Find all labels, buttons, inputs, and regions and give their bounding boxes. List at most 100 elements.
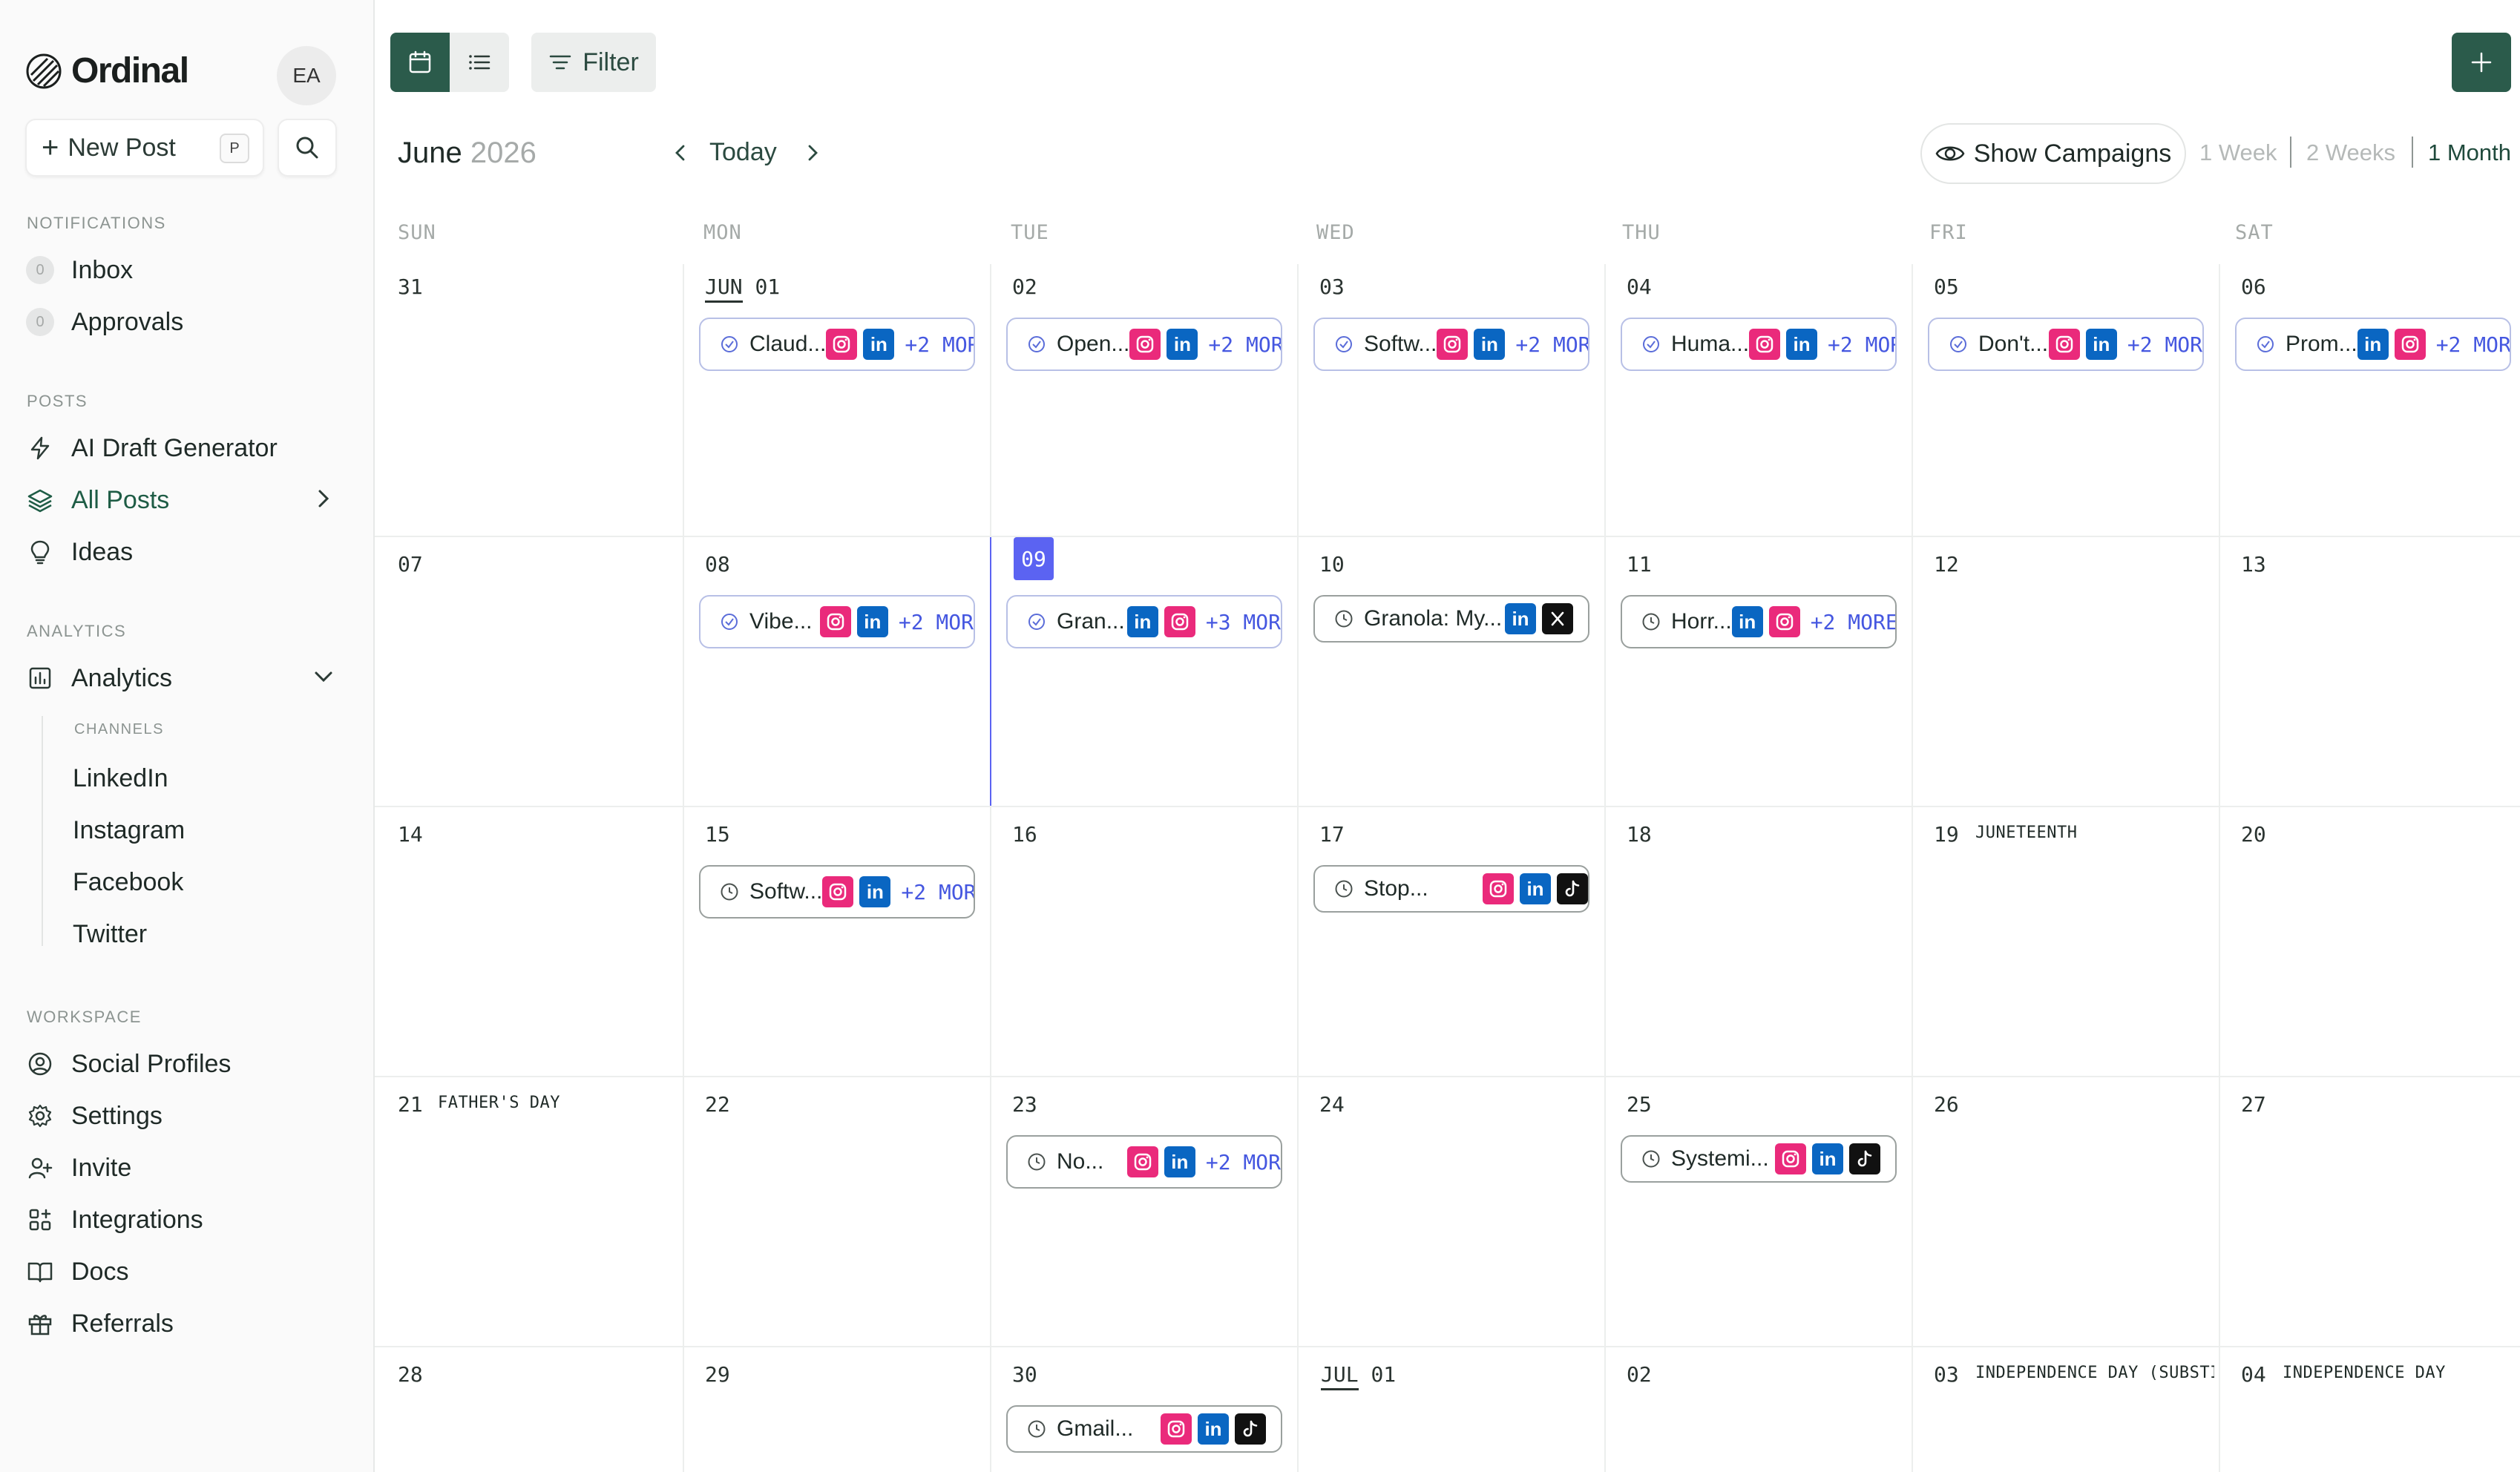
- sidebar-item-label: All Posts: [71, 485, 170, 514]
- grid-line: [375, 806, 2520, 807]
- weekday-header: SAT: [2235, 221, 2274, 244]
- post-card[interactable]: Gran... in +3 MOR: [1006, 595, 1282, 648]
- day-number[interactable]: 06: [2241, 275, 2266, 299]
- sidebar-item-referrals[interactable]: Referrals: [25, 1301, 344, 1346]
- day-number[interactable]: 31: [398, 275, 423, 299]
- day-number[interactable]: 23: [1012, 1092, 1037, 1117]
- user-avatar[interactable]: EA: [277, 46, 336, 105]
- post-card[interactable]: Stop... in: [1313, 865, 1589, 913]
- sidebar-item-invite[interactable]: Invite: [25, 1146, 344, 1190]
- day-number[interactable]: 28: [398, 1362, 423, 1387]
- day-number[interactable]: 16: [1012, 822, 1037, 847]
- channel-linkedin[interactable]: LinkedIn: [73, 764, 168, 793]
- day-number[interactable]: 15: [705, 822, 730, 847]
- weekday-header: FRI: [1929, 221, 1968, 244]
- day-number[interactable]: 25: [1627, 1092, 1652, 1117]
- day-number[interactable]: 20: [2241, 822, 2266, 847]
- day-number[interactable]: JUL 01: [1321, 1362, 1396, 1390]
- new-post-button[interactable]: + New Post P: [25, 119, 264, 177]
- post-card[interactable]: Huma... in +2 MOR: [1621, 318, 1897, 371]
- post-card[interactable]: Softw... in +2 MOR: [699, 865, 975, 919]
- today-button[interactable]: Today: [709, 138, 777, 167]
- filter-button[interactable]: Filter: [531, 33, 656, 92]
- sidebar-item-ideas[interactable]: Ideas: [25, 530, 344, 574]
- channels-tree-line: [42, 716, 43, 946]
- day-number[interactable]: 03: [1319, 275, 1345, 299]
- channel-twitter[interactable]: Twitter: [73, 920, 147, 949]
- day-number[interactable]: 02: [1012, 275, 1037, 299]
- day-number[interactable]: 13: [2241, 552, 2266, 576]
- linkedin-icon: in: [1731, 606, 1763, 637]
- day-number[interactable]: 10: [1319, 552, 1345, 576]
- day-number[interactable]: 29: [705, 1362, 730, 1387]
- today-date-badge[interactable]: 09: [1014, 537, 1054, 580]
- list-view-button[interactable]: [450, 33, 509, 92]
- day-number[interactable]: 07: [398, 552, 423, 576]
- day-number[interactable]: 19: [1934, 822, 1959, 847]
- post-card[interactable]: Gmail... in: [1006, 1405, 1282, 1453]
- day-number[interactable]: 14: [398, 822, 423, 847]
- day-number[interactable]: 22: [705, 1092, 730, 1117]
- post-card[interactable]: Prom... in +2 MOR: [2235, 318, 2511, 371]
- day-number[interactable]: 04: [1627, 275, 1652, 299]
- day-number[interactable]: JUN 01: [705, 275, 780, 303]
- post-card[interactable]: Don't... in +2 MOR: [1928, 318, 2204, 371]
- sidebar-item-social-profiles[interactable]: Social Profiles: [25, 1042, 344, 1086]
- sidebar-item-settings[interactable]: Settings: [25, 1094, 344, 1138]
- post-card[interactable]: Vibe... in +2 MOR: [699, 595, 975, 648]
- post-card[interactable]: Horr... in +2 MORE: [1621, 595, 1897, 648]
- post-card[interactable]: Softw... in +2 MOR: [1313, 318, 1589, 371]
- sidebar-item-ai-draft[interactable]: AI Draft Generator: [25, 426, 344, 470]
- channel-facebook[interactable]: Facebook: [73, 868, 183, 897]
- day-number[interactable]: 08: [705, 552, 730, 576]
- sidebar-item-integrations[interactable]: Integrations: [25, 1197, 344, 1242]
- sidebar-item-analytics[interactable]: Analytics: [25, 656, 344, 700]
- day-number[interactable]: 05: [1934, 275, 1959, 299]
- day-number[interactable]: 02: [1627, 1362, 1652, 1387]
- instagram-icon: [1126, 1146, 1158, 1177]
- post-card[interactable]: Open... in +2 MOR: [1006, 318, 1282, 371]
- day-number[interactable]: 17: [1319, 822, 1345, 847]
- post-title: Gran...: [1057, 609, 1125, 634]
- show-campaigns-label: Show Campaigns: [1973, 139, 2172, 168]
- sidebar-item-approvals[interactable]: 0 Approvals: [25, 300, 344, 344]
- sidebar-item-inbox[interactable]: 0 Inbox: [25, 248, 344, 292]
- add-post-button[interactable]: [2452, 33, 2511, 92]
- day-number[interactable]: 27: [2241, 1092, 2266, 1117]
- day-number[interactable]: 04: [2241, 1362, 2266, 1387]
- show-campaigns-button[interactable]: Show Campaigns: [1920, 123, 2186, 184]
- chevron-left-icon[interactable]: [668, 139, 693, 166]
- chevron-right-icon[interactable]: [800, 139, 825, 166]
- clock-icon: [1641, 1149, 1661, 1169]
- sidebar-item-label: Invite: [71, 1153, 132, 1182]
- day-number[interactable]: 12: [1934, 552, 1959, 576]
- post-card[interactable]: No... in +2 MOR: [1006, 1135, 1282, 1189]
- post-card[interactable]: Claud... in +2 MOR: [699, 318, 975, 371]
- search-icon: [296, 137, 318, 159]
- day-number[interactable]: 18: [1627, 822, 1652, 847]
- post-card[interactable]: Granola: My... in: [1313, 595, 1589, 643]
- chevron-down-icon: [315, 671, 332, 683]
- post-card[interactable]: Systemi... in: [1621, 1135, 1897, 1183]
- channel-instagram[interactable]: Instagram: [73, 816, 185, 845]
- sidebar-item-docs[interactable]: Docs: [25, 1249, 344, 1294]
- range-1-week[interactable]: 1 Week: [2199, 139, 2277, 166]
- day-number[interactable]: 21: [398, 1092, 423, 1117]
- day-number[interactable]: 26: [1934, 1092, 1959, 1117]
- app-logo[interactable]: Ordinal: [25, 50, 189, 91]
- post-title: Softw...: [1364, 332, 1437, 356]
- range-2-weeks[interactable]: 2 Weeks: [2306, 139, 2395, 166]
- post-title: Claud...: [749, 332, 827, 356]
- range-1-month[interactable]: 1 Month: [2428, 139, 2511, 166]
- sidebar: Ordinal EA + New Post P NOTIFICATIONS 0 …: [0, 0, 375, 1472]
- day-number[interactable]: 11: [1627, 552, 1652, 576]
- sidebar-item-all-posts[interactable]: All Posts: [25, 478, 344, 522]
- day-number[interactable]: 03: [1934, 1362, 1959, 1387]
- day-number[interactable]: 24: [1319, 1092, 1345, 1117]
- tiktok-icon: [1849, 1143, 1880, 1174]
- search-button[interactable]: [278, 119, 337, 177]
- calendar-view-button[interactable]: [390, 33, 450, 92]
- layers-icon: [25, 485, 55, 515]
- day-number[interactable]: 30: [1012, 1362, 1037, 1387]
- more-channels-label: +2 MOR: [1208, 332, 1282, 357]
